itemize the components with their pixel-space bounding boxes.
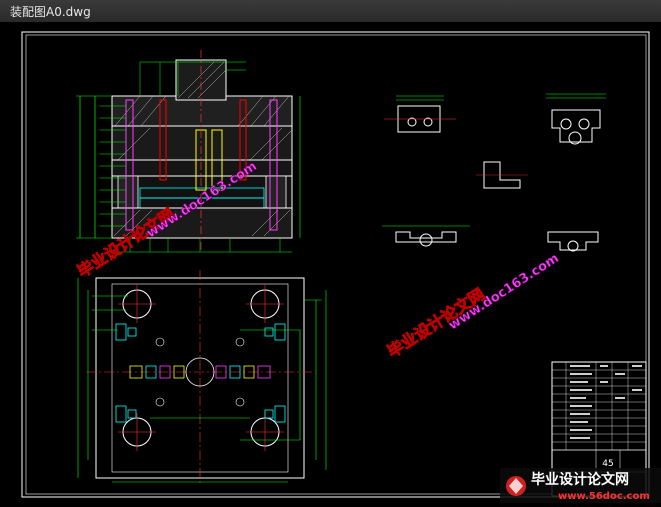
watermark-url-2: www.doc163.com <box>446 251 562 333</box>
window-titlebar: 装配图A0.dwg <box>0 0 661 23</box>
window-title: 装配图A0.dwg <box>10 5 91 19</box>
footer-url-text: www.56doc.com <box>558 491 650 502</box>
section-view <box>76 50 301 253</box>
detail-part-5 <box>547 231 599 252</box>
detail-part-4 <box>382 225 470 247</box>
cavity-plate <box>111 125 293 161</box>
plan-view <box>77 270 327 485</box>
detail-part-2 <box>546 93 606 145</box>
watermark-brand-2: 毕业设计论文网 <box>384 284 488 361</box>
footer-banner: 毕业设计论文网 www.56doc.com <box>500 468 661 503</box>
detail-part-3 <box>476 161 528 189</box>
detail-part-1 <box>384 95 456 133</box>
drawing-canvas[interactable]: 45 毕业设计论文网 www.doc163.com 毕业设计论文网 www.do… <box>0 22 661 503</box>
cad-drawing: 45 毕业设计论文网 www.doc163.com 毕业设计论文网 www.do… <box>21 31 661 503</box>
footer-brand-text: 毕业设计论文网 <box>531 471 629 488</box>
sheet-number: 45 <box>602 459 613 469</box>
